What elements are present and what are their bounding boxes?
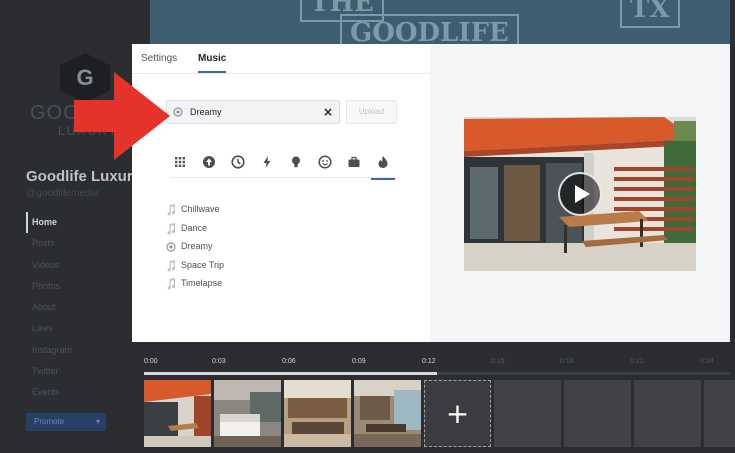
tab-music[interactable]: Music: [198, 53, 227, 73]
list-item[interactable]: Dreamy: [166, 239, 366, 258]
timestamp-label: 0:06: [282, 358, 296, 365]
nav-item-videos[interactable]: Videos: [26, 255, 126, 276]
nav-item-events[interactable]: Events: [26, 382, 126, 403]
red-arrow-annotation: [74, 72, 170, 160]
slide-thumbnail[interactable]: [354, 380, 421, 447]
music-note-icon: [167, 222, 176, 235]
tab-settings[interactable]: Settings: [141, 53, 177, 64]
briefcase-icon[interactable]: [344, 152, 364, 172]
list-item[interactable]: Timelapse: [166, 276, 366, 295]
cover-tag: GOODLIFE: [340, 14, 519, 44]
empty-slide-slot: [494, 380, 561, 447]
empty-slide-slot: [564, 380, 631, 447]
slide-thumbnail[interactable]: [214, 380, 281, 447]
add-slide-button[interactable]: +: [424, 380, 491, 447]
promote-label: Promote: [34, 417, 65, 426]
cover-tag: TX: [620, 0, 680, 28]
lightning-icon[interactable]: [257, 152, 277, 172]
nav-item-instagram[interactable]: Instagram: [26, 340, 126, 361]
empty-slide-slot: [634, 380, 701, 447]
nav-item-posts[interactable]: Posts: [26, 233, 126, 254]
track-name: Dance: [181, 222, 208, 233]
kitchen-photo: [284, 380, 351, 447]
dining-photo: [354, 380, 421, 447]
page-handle: @goodlifemedia: [26, 188, 99, 199]
list-item[interactable]: Space Trip: [166, 258, 366, 277]
upload-button[interactable]: Upload: [346, 100, 397, 124]
track-name: Timelapse: [181, 278, 223, 289]
mood-icon: [173, 107, 183, 117]
bedroom-photo: [214, 380, 281, 447]
flame-icon[interactable]: [371, 152, 395, 180]
music-panel: Settings Music Dreamy × Upload Chillwave…: [132, 44, 430, 342]
music-search-input[interactable]: Dreamy ×: [166, 100, 340, 124]
slide-strip: +: [144, 380, 735, 447]
list-item[interactable]: Chillwave: [166, 202, 366, 221]
track-name: Dreamy: [181, 241, 213, 252]
timestamp-label: 0:12: [422, 358, 436, 365]
lightbulb-icon[interactable]: [286, 152, 306, 172]
cover-photo: THE GOODLIFE TX: [150, 0, 730, 44]
nav-item-about[interactable]: About: [26, 297, 126, 318]
mood-category-tabs: [170, 150, 396, 180]
mood-icon: [166, 242, 176, 252]
caret-down-icon: ▾: [95, 417, 100, 426]
nav-item-home[interactable]: Home: [26, 212, 126, 234]
search-value: Dreamy: [190, 107, 222, 117]
track-name: Chillwave: [181, 204, 220, 214]
promote-button[interactable]: Promote ▾: [26, 413, 106, 431]
timestamp-label: 0:03: [212, 358, 226, 365]
play-button[interactable]: [558, 172, 602, 216]
play-icon: [575, 185, 590, 203]
timestamp-label: 0:24: [700, 358, 714, 365]
timeline-scrubber[interactable]: [144, 372, 730, 375]
list-item[interactable]: Dance: [166, 221, 366, 240]
timestamp-label: 0:15: [491, 358, 505, 365]
timestamp-label: 0:21: [630, 358, 644, 365]
music-note-icon: [167, 278, 176, 290]
timestamp-label: 0:09: [352, 358, 366, 365]
grid-icon[interactable]: [170, 152, 190, 172]
nav-item-twitter[interactable]: Twitter: [26, 361, 126, 382]
timestamp-label: 0:18: [560, 358, 574, 365]
clock-icon[interactable]: [228, 152, 248, 172]
clear-search-icon[interactable]: ×: [323, 105, 333, 119]
timestamp-label: 0:00: [144, 358, 158, 365]
track-list: Chillwave Dance Dreamy Space Trip Timela…: [166, 202, 366, 295]
empty-slide-slot: [704, 380, 735, 447]
track-name: Space Trip: [181, 259, 225, 270]
modal-tabs: Settings Music: [132, 44, 430, 74]
timeline-progress: [144, 372, 437, 375]
patio-photo: [144, 380, 211, 447]
slide-thumbnail[interactable]: [284, 380, 351, 447]
smiley-icon[interactable]: [315, 152, 335, 172]
slideshow-music-modal: Settings Music Dreamy × Upload Chillwave…: [132, 44, 730, 342]
page-name[interactable]: Goodlife Luxury: [26, 168, 141, 185]
page-nav: Home Posts Videos Photos About Likes Ins…: [26, 212, 126, 404]
music-note-icon: [167, 204, 176, 216]
music-note-icon: [167, 259, 176, 272]
upload-arrow-icon[interactable]: [199, 152, 219, 172]
nav-item-likes[interactable]: Likes: [26, 318, 126, 339]
slide-thumbnail[interactable]: [144, 380, 211, 447]
plus-icon: +: [445, 397, 470, 430]
nav-item-photos[interactable]: Photos: [26, 276, 126, 297]
